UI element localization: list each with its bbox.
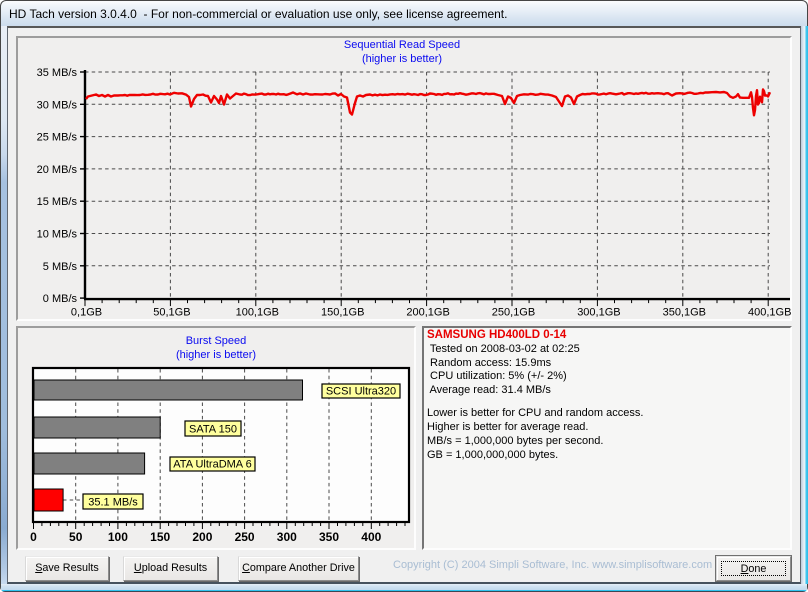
svg-text:300,1GB: 300,1GB (577, 307, 620, 319)
svg-text:400: 400 (361, 530, 381, 544)
svg-text:200,1GB: 200,1GB (406, 307, 449, 319)
svg-text:100: 100 (108, 530, 128, 544)
svg-text:35 MB/s: 35 MB/s (37, 67, 78, 79)
svg-text:400,1GB: 400,1GB (748, 307, 791, 319)
svg-text:25 MB/s: 25 MB/s (37, 132, 78, 144)
svg-text:35.1 MB/s: 35.1 MB/s (88, 497, 138, 509)
svg-text:5 MB/s: 5 MB/s (43, 261, 78, 273)
svg-text:ATA UltraDMA 6: ATA UltraDMA 6 (173, 459, 251, 471)
svg-text:350,1GB: 350,1GB (663, 307, 706, 319)
svg-text:15 MB/s: 15 MB/s (37, 196, 78, 208)
svg-text:0 MB/s: 0 MB/s (43, 293, 78, 305)
svg-text:50,1GB: 50,1GB (153, 307, 190, 319)
svg-text:250,1GB: 250,1GB (492, 307, 535, 319)
svg-text:300: 300 (277, 530, 297, 544)
svg-text:150: 150 (150, 530, 170, 544)
svg-text:SATA 150: SATA 150 (189, 424, 237, 436)
svg-text:30 MB/s: 30 MB/s (37, 99, 78, 111)
svg-text:SCSI Ultra320: SCSI Ultra320 (326, 386, 396, 398)
svg-text:0: 0 (30, 530, 37, 544)
svg-text:350: 350 (319, 530, 339, 544)
svg-text:100,1GB: 100,1GB (236, 307, 279, 319)
svg-text:150,1GB: 150,1GB (321, 307, 364, 319)
svg-text:250: 250 (235, 530, 255, 544)
svg-text:50: 50 (69, 530, 83, 544)
svg-text:10 MB/s: 10 MB/s (37, 229, 78, 241)
svg-text:200: 200 (192, 530, 212, 544)
svg-text:20 MB/s: 20 MB/s (37, 164, 78, 176)
svg-text:0,1GB: 0,1GB (71, 307, 102, 319)
